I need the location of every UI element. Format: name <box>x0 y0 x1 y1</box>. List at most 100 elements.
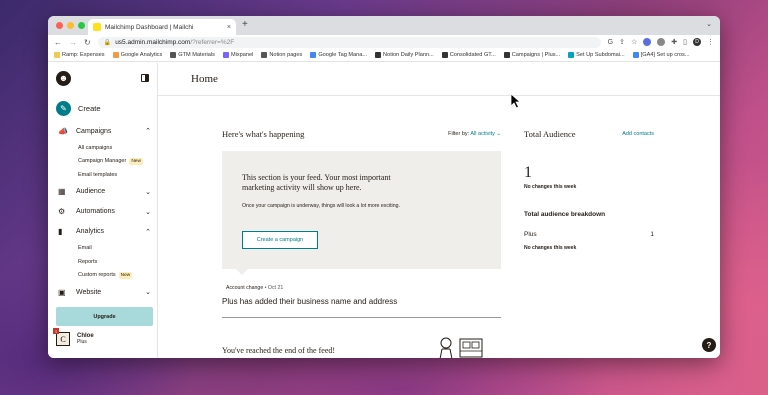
sidebar-nav: 📣 Campaigns ⌃ All campaigns Campaign Man… <box>48 121 157 302</box>
feed-header: Here's what's happening Filter by: All a… <box>222 129 501 139</box>
automations-icon: ⚙ <box>58 207 66 216</box>
activity-meta: Account change • Oct 21 <box>226 285 283 291</box>
bookmark-item[interactable]: Mixpanel <box>222 52 253 58</box>
profile-avatar[interactable]: D <box>693 38 701 46</box>
feed-title: Here's what's happening <box>222 129 305 139</box>
bookmark-label: Set Up Subdomai... <box>576 52 625 58</box>
user-name: Chloe <box>77 332 94 339</box>
plan-label: Plus <box>524 231 537 238</box>
browser-toolbar: ← → ↻ 🔒 us5.admin.mailchimp.com/?referre… <box>48 35 720 49</box>
sidebar-subitem-campaign-manager[interactable]: Campaign Manager New <box>48 155 157 169</box>
feed-card-text: Once your campaign is underway, things w… <box>242 203 400 209</box>
sidebar-item-audience[interactable]: ▦ Audience ⌄ <box>48 182 157 202</box>
sidebar-subitem-reports[interactable]: Reports <box>48 255 157 269</box>
menu-icon[interactable]: ⋮ <box>707 38 714 46</box>
tab-search-chevron-icon[interactable]: ⌄ <box>706 20 712 28</box>
sidebar-item-campaigns[interactable]: 📣 Campaigns ⌃ <box>48 121 157 141</box>
subitem-label: Custom reports <box>78 272 116 279</box>
chevron-down-icon[interactable]: ⌄ <box>145 188 151 196</box>
bookmark-label: Notion Daily Plann... <box>383 52 434 58</box>
filter-label: Filter by: <box>448 131 470 137</box>
bookmark-item[interactable]: Google Analytics <box>112 52 163 58</box>
feed-card-heading: This section is your feed. Your most imp… <box>242 173 391 192</box>
chevron-down-icon[interactable]: ⌄ <box>145 288 151 296</box>
bookmark-item[interactable]: Set Up Subdomai... <box>568 52 625 58</box>
bookmark-favicon-icon <box>503 52 510 58</box>
bookmarks-bar: Ramp: Expenses Google Analytics GTM Materi… <box>48 49 720 62</box>
bookmark-item[interactable]: GTM Materials <box>170 52 215 58</box>
collapse-sidebar-icon[interactable] <box>141 74 149 82</box>
bookmark-item[interactable]: Ramp: Expenses <box>54 52 105 58</box>
breakdown-row: Plus 1 <box>524 231 654 238</box>
activity-filter[interactable]: Filter by: All activity ⌄ <box>448 131 501 137</box>
mouse-cursor-icon <box>510 93 522 109</box>
bookmark-item[interactable]: [GA4] Set up cros... <box>632 52 690 58</box>
create-button[interactable]: ✎ Create <box>48 93 157 117</box>
lock-icon: 🔒 <box>103 39 112 46</box>
reload-icon[interactable]: ↻ <box>84 38 91 47</box>
minimize-window-button[interactable] <box>67 22 74 29</box>
sidebar-item-automations[interactable]: ⚙ Automations ⌄ <box>48 202 157 222</box>
tab-close-icon[interactable]: × <box>227 24 231 31</box>
sidebar-subitem-all-campaigns[interactable]: All campaigns <box>48 141 157 155</box>
bookmark-label: Notion pages <box>269 52 303 58</box>
create-campaign-button[interactable]: Create a campaign <box>242 231 318 249</box>
subitem-label: Campaign Manager <box>78 158 127 165</box>
sidebar-item-analytics[interactable]: ▮ Analytics ⌃ <box>48 222 157 242</box>
puzzle-icon[interactable]: ✚ <box>671 38 677 46</box>
activity-title: Plus has added their business name and a… <box>222 297 398 306</box>
browser-tab[interactable]: Mailchimp Dashboard | Mailchi × <box>88 19 236 35</box>
chevron-up-icon[interactable]: ⌃ <box>145 228 151 236</box>
audience-panel: Total Audience Add contacts <box>524 129 654 139</box>
bookmark-item[interactable]: Notion Daily Plann... <box>375 52 434 58</box>
bookmark-label: Google Analytics <box>120 52 163 58</box>
user-plan: Plus <box>77 339 87 346</box>
extension-icon[interactable] <box>657 38 666 46</box>
sidebar-subitem-custom-reports[interactable]: Custom reports New <box>48 269 157 283</box>
avatar[interactable]: 1 C <box>53 328 70 346</box>
divider <box>222 317 501 318</box>
bookmark-item[interactable]: Notion pages <box>261 52 302 58</box>
sidebar-item-label: Automations <box>76 208 115 215</box>
audience-title: Total Audience <box>524 129 576 139</box>
bookmark-label: Ramp: Expenses <box>62 52 105 58</box>
sidebar-item-website[interactable]: ▣ Website ⌄ <box>48 282 157 302</box>
new-badge: New <box>129 157 143 165</box>
bookmark-star-icon[interactable]: ☆ <box>631 38 637 46</box>
sidebar-subitem-email-templates[interactable]: Email templates <box>48 168 157 182</box>
bookmark-favicon-icon <box>568 52 575 58</box>
bookmark-favicon-icon <box>112 52 119 58</box>
end-of-feed-text: You've reached the end of the feed! <box>222 346 336 355</box>
user-account[interactable]: 1 C Chloe Plus <box>52 328 94 346</box>
sidebar-item-label: Website <box>76 288 102 296</box>
plan-count: 1 <box>650 231 654 238</box>
back-icon[interactable]: ← <box>54 38 62 47</box>
upgrade-button[interactable]: Upgrade <box>56 307 153 326</box>
bookmark-item[interactable]: Google Tag Mana... <box>310 52 367 58</box>
share-icon[interactable]: ⇪ <box>619 38 625 46</box>
bookmark-item[interactable]: Campaigns | Plus... <box>503 52 560 58</box>
bookmark-favicon-icon <box>261 52 268 58</box>
no-changes-text: No changes this week <box>524 245 577 251</box>
subitem-label: Email <box>78 245 92 252</box>
chevron-up-icon[interactable]: ⌃ <box>145 127 151 135</box>
close-window-button[interactable] <box>56 22 63 29</box>
help-button[interactable]: ? <box>702 338 716 352</box>
maximize-window-button[interactable] <box>78 22 85 29</box>
mailchimp-logo-icon[interactable]: ☻ <box>56 70 71 86</box>
google-icon[interactable]: G <box>608 39 613 46</box>
window-controls <box>56 22 85 29</box>
extension-icon[interactable] <box>643 38 652 46</box>
bookmark-item[interactable]: Consolidated GT... <box>441 52 496 58</box>
page-title: Home <box>158 63 720 96</box>
add-contacts-link[interactable]: Add contacts <box>622 131 654 137</box>
address-bar[interactable]: 🔒 us5.admin.mailchimp.com/?referrer=%2F <box>97 36 601 48</box>
total-audience-count: 1 <box>524 164 532 181</box>
chevron-down-icon: ⌄ <box>496 131 501 137</box>
new-tab-button[interactable]: + <box>242 19 248 30</box>
chevron-down-icon[interactable]: ⌄ <box>145 208 151 216</box>
website-icon: ▣ <box>58 287 66 297</box>
sidepanel-icon[interactable]: ▯ <box>683 38 687 46</box>
forward-icon[interactable]: → <box>69 38 77 47</box>
sidebar-subitem-email[interactable]: Email <box>48 242 157 256</box>
